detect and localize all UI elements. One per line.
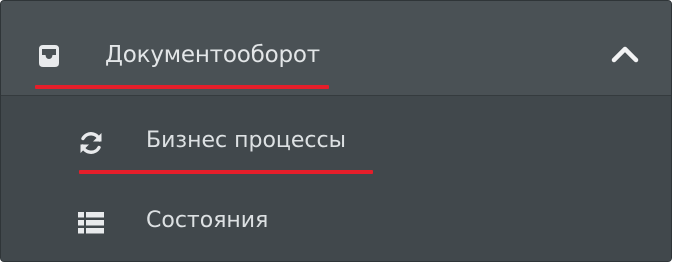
chevron-up-icon[interactable] xyxy=(610,42,640,66)
menu-item-label: Состояния xyxy=(146,208,269,233)
menu-item-business-processes[interactable]: Бизнес процессы xyxy=(1,96,671,176)
highlight-underline xyxy=(35,85,329,89)
inbox-icon xyxy=(39,45,59,67)
sync-icon xyxy=(80,132,102,154)
list-icon xyxy=(78,212,104,234)
sidebar-menu: Документооборот Бизнес процессы Состояни… xyxy=(0,0,672,262)
menu-item-states[interactable]: Состояния xyxy=(1,180,671,260)
menu-item-label: Бизнес процессы xyxy=(146,128,346,153)
submenu: Бизнес процессы Состояния xyxy=(1,96,671,261)
highlight-underline xyxy=(79,170,373,174)
menu-section-label: Документооборот xyxy=(105,42,320,68)
menu-section-documents[interactable]: Документооборот xyxy=(1,1,671,96)
